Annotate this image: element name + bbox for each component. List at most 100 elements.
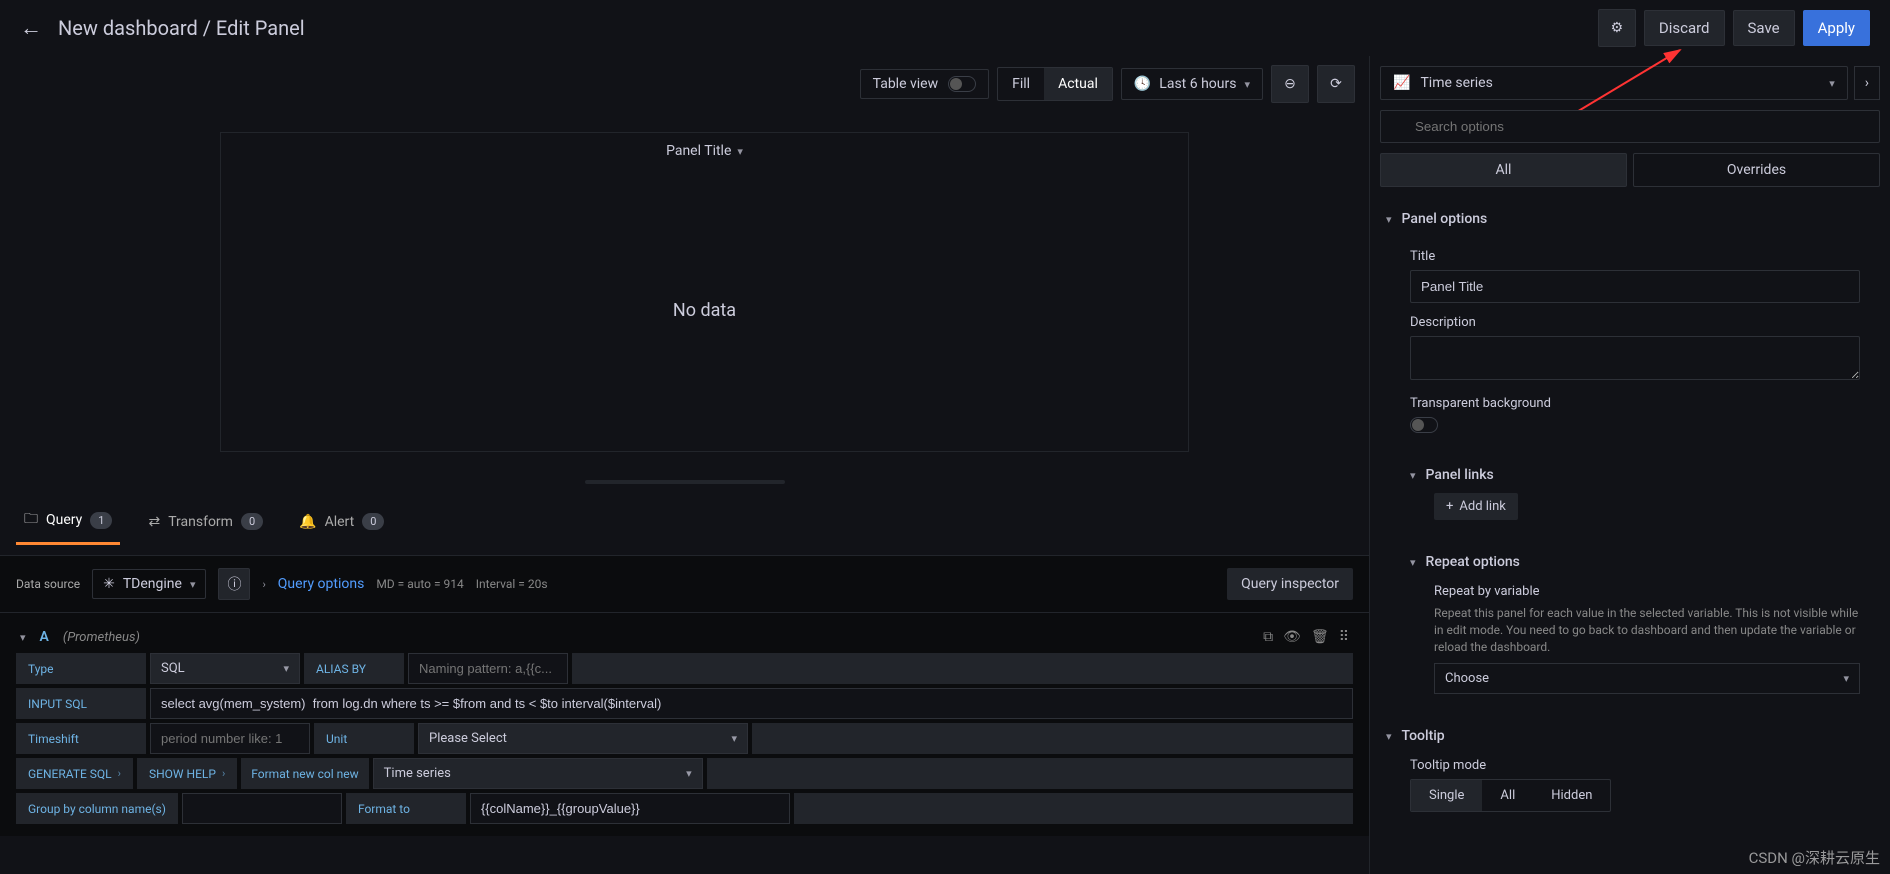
delete-query-icon[interactable]: 🗑 — [1311, 629, 1329, 645]
group-by-label: Group by column name(s) — [16, 793, 178, 824]
format-select[interactable]: Time series▾ — [373, 758, 703, 789]
chevron-down-icon: ▾ — [1386, 213, 1392, 226]
chevron-down-icon: ▾ — [731, 732, 737, 745]
options-sidebar: 📈 Time series ▾ › All Overrides ▾ Panel … — [1370, 56, 1890, 874]
repeat-var-label: Repeat by variable — [1434, 584, 1860, 599]
database-icon: 🗀 — [24, 508, 38, 532]
chevron-down-icon: ▾ — [283, 662, 289, 675]
plus-icon: + — [1446, 499, 1453, 514]
query-options-link[interactable]: Query options — [278, 576, 365, 592]
query-editor: ▾ A (Prometheus) ⧉ 👁 🗑 ⠿ Type SQL▾ ALIAS… — [0, 613, 1369, 836]
title-label: Title — [1410, 249, 1860, 264]
tab-all[interactable]: All — [1380, 153, 1627, 187]
toggle-visibility-icon[interactable]: 👁 — [1283, 629, 1301, 645]
duplicate-query-icon[interactable]: ⧉ — [1263, 629, 1273, 645]
group-by-input[interactable] — [182, 793, 342, 824]
chevron-down-icon: ▾ — [1843, 672, 1849, 685]
query-ds-name: (Prometheus) — [63, 630, 140, 645]
back-arrow-icon[interactable]: ← — [20, 15, 42, 41]
gear-icon: ⚙ — [1611, 20, 1624, 36]
collapse-query-icon[interactable]: ▾ — [20, 631, 26, 644]
tooltip-all[interactable]: All — [1482, 780, 1533, 811]
alias-input[interactable] — [408, 653, 568, 684]
timeseries-icon: 📈 — [1393, 75, 1410, 91]
panel-empty-state: No data — [221, 169, 1188, 451]
input-sql-label: INPUT SQL — [16, 688, 146, 719]
editor-header: ← New dashboard / Edit Panel ⚙ Discard S… — [0, 0, 1890, 56]
transparent-label: Transparent background — [1410, 396, 1860, 411]
panel-title-text: Panel Title — [666, 143, 731, 159]
datasource-help-button[interactable]: ⓘ — [218, 568, 250, 600]
discard-button[interactable]: Discard — [1644, 10, 1725, 46]
watermark: CSDN @深耕云原生 — [1749, 847, 1880, 868]
table-view-label: Table view — [873, 76, 939, 92]
time-range-picker[interactable]: 🕓 Last 6 hours ▾ — [1121, 68, 1263, 100]
datasource-select[interactable]: ✳ TDengine ▾ — [92, 569, 206, 599]
zoom-out-icon: ⊖ — [1284, 76, 1296, 92]
switch-icon[interactable] — [948, 76, 976, 92]
type-select[interactable]: SQL▾ — [150, 653, 300, 684]
tab-query[interactable]: 🗀 Query 1 — [16, 502, 120, 545]
tab-transform[interactable]: ⇄ Transform 0 — [140, 502, 271, 545]
zoom-out-button[interactable]: ⊖ — [1271, 65, 1309, 103]
query-ref-id[interactable]: A — [40, 629, 49, 645]
unit-label: Unit — [314, 723, 414, 754]
resize-handle[interactable] — [585, 480, 785, 484]
format-to-input[interactable] — [470, 793, 790, 824]
search-icon — [1380, 110, 1880, 143]
chevron-right-icon[interactable]: › — [262, 578, 265, 591]
show-help-button[interactable]: SHOW HELP› — [137, 758, 237, 789]
panel-preview: Panel Title ▾ No data — [220, 132, 1189, 452]
repeat-var-desc: Repeat this panel for each value in the … — [1434, 605, 1860, 655]
alias-label: ALIAS BY — [304, 653, 404, 684]
fill-option[interactable]: Fill — [998, 68, 1044, 100]
panel-title-menu[interactable]: Panel Title ▾ — [221, 133, 1188, 169]
unit-select[interactable]: Please Select▾ — [418, 723, 748, 754]
timeshift-label: Timeshift — [16, 723, 146, 754]
timeshift-input[interactable] — [150, 723, 310, 754]
refresh-button[interactable]: ⟳ — [1317, 65, 1355, 103]
datasource-row: Data source ✳ TDengine ▾ ⓘ › Query optio… — [0, 556, 1369, 613]
add-link-button[interactable]: + Add link — [1434, 493, 1518, 520]
chevron-right-icon: › — [118, 767, 121, 780]
settings-button[interactable]: ⚙ — [1598, 9, 1636, 47]
apply-button[interactable]: Apply — [1803, 10, 1870, 46]
table-view-toggle[interactable]: Table view — [860, 69, 990, 99]
repeat-options-header[interactable]: ▾ Repeat options — [1380, 544, 1880, 580]
alert-count-badge: 0 — [362, 513, 384, 530]
save-button[interactable]: Save — [1733, 10, 1795, 46]
format-to-label: Format to — [346, 793, 466, 824]
chevron-down-icon: ▾ — [190, 578, 196, 591]
tooltip-hidden[interactable]: Hidden — [1533, 780, 1610, 811]
title-input[interactable] — [1410, 270, 1860, 303]
panel-options-header[interactable]: ▾ Panel options — [1380, 201, 1880, 237]
md-meta: MD = auto = 914 — [376, 577, 463, 591]
tooltip-mode-tabs: Single All Hidden — [1410, 779, 1611, 812]
viz-toolbar: Table view Fill Actual 🕓 Last 6 hours ▾ … — [0, 56, 1369, 112]
chevron-down-icon: ▾ — [1829, 77, 1835, 90]
description-textarea[interactable] — [1410, 336, 1860, 380]
tooltip-header[interactable]: ▾ Tooltip — [1380, 718, 1880, 754]
bell-icon: 🔔 — [299, 514, 316, 530]
transform-count-badge: 0 — [241, 513, 263, 530]
input-sql-field[interactable] — [150, 688, 1353, 719]
datasource-label: Data source — [16, 577, 80, 591]
generate-sql-button[interactable]: GENERATE SQL› — [16, 758, 133, 789]
query-inspector-button[interactable]: Query inspector — [1227, 568, 1353, 600]
search-options-input[interactable] — [1380, 110, 1880, 143]
drag-query-icon[interactable]: ⠿ — [1339, 629, 1349, 645]
chevron-down-icon: ▾ — [686, 767, 692, 780]
tab-alert[interactable]: 🔔 Alert 0 — [291, 502, 392, 545]
collapse-sidebar-button[interactable]: › — [1854, 66, 1880, 100]
type-label: Type — [16, 653, 146, 684]
datasource-logo-icon: ✳ — [103, 576, 115, 592]
refresh-icon: ⟳ — [1330, 76, 1342, 92]
transparent-switch[interactable] — [1410, 417, 1438, 433]
tooltip-single[interactable]: Single — [1411, 780, 1482, 811]
panel-links-header[interactable]: ▾ Panel links — [1380, 457, 1880, 493]
visualization-picker[interactable]: 📈 Time series ▾ — [1380, 66, 1848, 100]
actual-option[interactable]: Actual — [1044, 68, 1112, 100]
description-label: Description — [1410, 315, 1860, 330]
repeat-var-select[interactable]: Choose ▾ — [1434, 663, 1860, 694]
tab-overrides[interactable]: Overrides — [1633, 153, 1880, 187]
